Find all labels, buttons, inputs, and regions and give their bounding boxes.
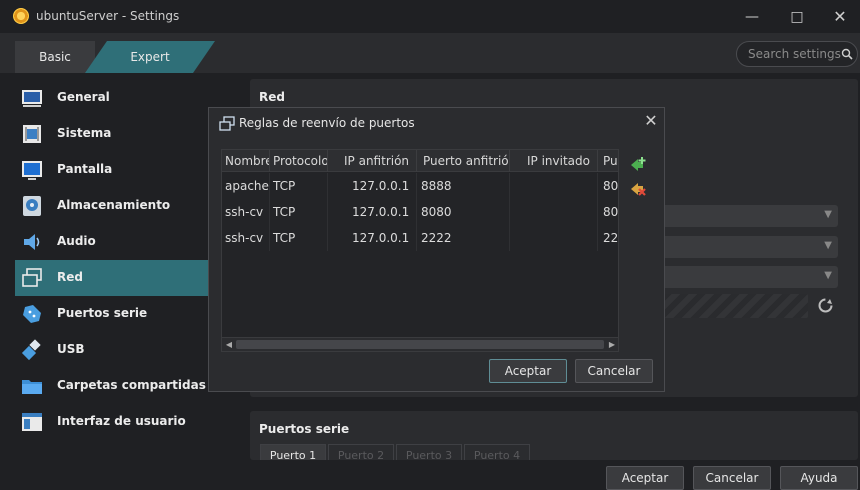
general-icon [22, 90, 42, 107]
background-select[interactable]: ▼ [660, 205, 838, 227]
tab-puerto-1[interactable]: Puerto 1 [260, 444, 326, 462]
folder-icon [22, 380, 42, 394]
cancel-button[interactable]: Cancelar [575, 359, 653, 383]
sidebar-item-label: Puertos serie [57, 306, 148, 320]
cell-guest-port: 22 [598, 225, 618, 251]
virtualbox-icon [13, 8, 29, 24]
ok-button[interactable]: Aceptar [606, 466, 684, 490]
column-header[interactable]: Nombre [222, 150, 270, 172]
cell-protocol: TCP [270, 173, 328, 199]
column-header[interactable]: IP invitado [510, 150, 598, 172]
chip-icon [23, 125, 41, 143]
chevron-down-icon: ▼ [824, 270, 832, 281]
monitor-icon [22, 161, 42, 180]
dialog-title: Reglas de reenvío de puertos [239, 116, 415, 130]
mac-address-field[interactable] [655, 294, 808, 318]
scrollbar-thumb[interactable] [236, 340, 604, 349]
cell-protocol: TCP [270, 225, 328, 251]
sidebar-item-label: Pantalla [57, 162, 113, 176]
network-icon [219, 116, 235, 131]
ok-button[interactable]: Aceptar [489, 359, 567, 383]
column-header[interactable]: IP anfitrión [328, 150, 417, 172]
search-placeholder: Search settings [748, 47, 841, 61]
scroll-right-icon[interactable]: ▶ [606, 339, 618, 351]
cell-host-port: 8888 [417, 173, 510, 199]
window-icon [22, 413, 42, 431]
sidebar-item-label: Sistema [57, 126, 112, 140]
sidebar-item-label: Carpetas compartidas [57, 378, 206, 392]
chevron-down-icon: ▼ [824, 240, 832, 251]
cell-name: ssh-cv [222, 199, 270, 225]
serial-ports-panel: Puertos serie Puerto 1 Puerto 2 Puerto 3… [250, 411, 858, 462]
panel-title: Puertos serie [259, 422, 350, 436]
cell-name: apache [222, 173, 270, 199]
column-header[interactable]: Puerto anfitrión [417, 150, 510, 172]
disk-icon [23, 196, 41, 216]
scroll-left-icon[interactable]: ◀ [223, 339, 235, 351]
title-bar: ubuntuServer - Settings — □ ✕ [0, 0, 860, 33]
column-header[interactable]: Puerto invitado [598, 150, 618, 172]
settings-header: Basic Expert Search settings [0, 33, 860, 73]
remove-rule-icon[interactable] [629, 180, 647, 198]
add-rule-icon[interactable] [629, 156, 647, 174]
close-window-button[interactable]: ✕ [829, 6, 851, 28]
panel-title: Red [259, 90, 285, 104]
sidebar-item-label: Almacenamiento [57, 198, 171, 212]
sidebar-item-label: USB [57, 342, 85, 356]
cell-host-ip: 127.0.0.1 [328, 225, 417, 251]
speaker-icon [24, 234, 40, 250]
chevron-down-icon: ▼ [824, 209, 832, 220]
table-row[interactable]: apache TCP 127.0.0.1 8888 80 [222, 173, 618, 199]
table-row[interactable]: ssh-cv TCP 127.0.0.1 2222 22 [222, 225, 618, 251]
minimize-button[interactable]: — [741, 6, 763, 28]
cell-protocol: TCP [270, 199, 328, 225]
cell-host-ip: 127.0.0.1 [328, 173, 417, 199]
usb-icon [21, 339, 41, 361]
sidebar-item-label: Red [57, 270, 83, 284]
cell-guest-ip [510, 225, 598, 251]
tab-basic[interactable]: Basic [15, 41, 95, 73]
sidebar-item-interfaz-de-usuario[interactable]: Interfaz de usuario [15, 404, 251, 440]
search-icon [841, 48, 853, 60]
cell-guest-ip [510, 173, 598, 199]
horizontal-scrollbar[interactable]: ◀ ▶ [222, 337, 618, 351]
cell-host-port: 8080 [417, 199, 510, 225]
search-input[interactable]: Search settings [736, 41, 858, 67]
refresh-icon[interactable] [817, 297, 834, 314]
help-button[interactable]: Ayuda [780, 466, 858, 490]
port-forwarding-table: Nombre Protocolo IP anfitrión Puerto anf… [221, 149, 619, 352]
tab-puerto-4[interactable]: Puerto 4 [464, 444, 530, 462]
close-icon[interactable]: ✕ [641, 111, 661, 131]
tab-puerto-2[interactable]: Puerto 2 [328, 444, 394, 462]
cell-guest-port: 808 [598, 199, 618, 225]
background-select[interactable]: ▼ [660, 236, 838, 258]
table-header: Nombre Protocolo IP anfitrión Puerto anf… [222, 150, 618, 172]
cell-guest-port: 80 [598, 173, 618, 199]
port-forwarding-dialog: Reglas de reenvío de puertos ✕ Nombre Pr… [208, 107, 665, 392]
tab-expert[interactable]: Expert [85, 41, 215, 73]
background-select[interactable]: ▼ [660, 266, 838, 288]
cell-host-port: 2222 [417, 225, 510, 251]
window-title: ubuntuServer - Settings [36, 9, 180, 23]
maximize-button[interactable]: □ [786, 6, 808, 28]
column-header[interactable]: Protocolo [270, 150, 328, 172]
cell-name: ssh-cv [222, 225, 270, 251]
sidebar-item-label: General [57, 90, 110, 104]
table-row[interactable]: ssh-cv TCP 127.0.0.1 8080 808 [222, 199, 618, 225]
serial-port-icon [23, 305, 41, 323]
sidebar-item-label: Audio [57, 234, 96, 248]
network-icon [22, 268, 42, 287]
tab-puerto-3[interactable]: Puerto 3 [396, 444, 462, 462]
cell-guest-ip [510, 199, 598, 225]
cancel-button[interactable]: Cancelar [693, 466, 771, 490]
cell-host-ip: 127.0.0.1 [328, 199, 417, 225]
sidebar-item-label: Interfaz de usuario [57, 414, 186, 428]
